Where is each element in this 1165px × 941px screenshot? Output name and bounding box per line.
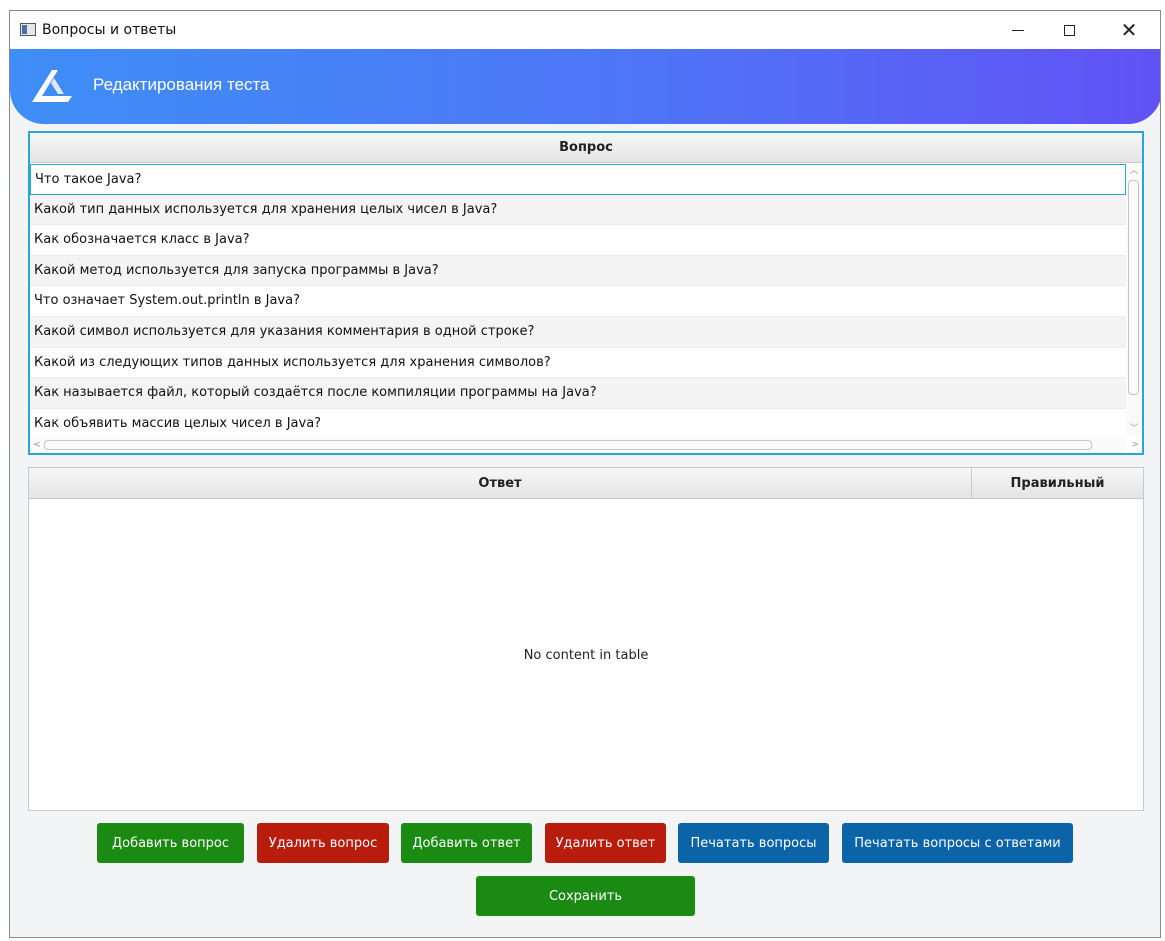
- close-button[interactable]: ✕: [1106, 11, 1152, 49]
- questions-table[interactable]: Вопрос Что такое Java? Какой тип данных и…: [28, 131, 1144, 455]
- minimize-button[interactable]: [995, 11, 1041, 49]
- answers-header: Ответ Правильный: [29, 468, 1143, 499]
- table-row[interactable]: Как объявить массив целых чисел в Java?: [30, 409, 1126, 436]
- table-row[interactable]: Какой тип данных используется для хранен…: [30, 194, 1126, 226]
- scroll-thumb-horizontal[interactable]: [44, 440, 1092, 450]
- save-button[interactable]: Сохранить: [476, 876, 695, 916]
- delete-question-button[interactable]: Удалить вопрос: [257, 823, 389, 863]
- add-answer-button[interactable]: Добавить ответ: [401, 823, 532, 863]
- column-header-question[interactable]: Вопрос: [30, 133, 1142, 163]
- table-row[interactable]: Какой символ используется для указания к…: [30, 316, 1126, 348]
- maximize-button[interactable]: [1046, 11, 1092, 49]
- answers-table[interactable]: Ответ Правильный No content in table: [28, 467, 1144, 811]
- app-window: Вопросы и ответы ✕ Редактирования теста …: [9, 10, 1161, 938]
- table-row[interactable]: Какой из следующих типов данных использу…: [30, 348, 1126, 379]
- title-bar: Вопросы и ответы ✕: [10, 11, 1160, 49]
- print-questions-button[interactable]: Печатать вопросы: [678, 823, 829, 863]
- close-icon: ✕: [1120, 18, 1138, 42]
- scroll-thumb[interactable]: [1128, 180, 1139, 395]
- table-row[interactable]: Что такое Java?: [30, 164, 1126, 195]
- questions-rows: Что такое Java? Какой тип данных использу…: [30, 164, 1126, 436]
- delete-answer-button[interactable]: Удалить ответ: [545, 823, 666, 863]
- table-row[interactable]: Какой метод используется для запуска про…: [30, 255, 1126, 287]
- horizontal-scrollbar[interactable]: < >: [30, 437, 1139, 453]
- add-question-button[interactable]: Добавить вопрос: [97, 823, 244, 863]
- app-icon: [20, 23, 36, 36]
- table-row[interactable]: Как называется файл, который создаётся п…: [30, 378, 1126, 409]
- minimize-icon: [1012, 29, 1024, 31]
- window-title: Вопросы и ответы: [42, 22, 177, 38]
- header-banner: Редактирования теста: [10, 49, 1160, 124]
- vertical-scrollbar[interactable]: ︿ ﹀: [1126, 164, 1142, 436]
- column-header-correct[interactable]: Правильный: [972, 468, 1143, 498]
- maximize-icon: [1063, 24, 1075, 36]
- scroll-left-icon[interactable]: <: [30, 437, 44, 453]
- table-row[interactable]: Что означает System.out.println в Java?: [30, 286, 1126, 317]
- scroll-down-icon[interactable]: ﹀: [1126, 422, 1142, 436]
- logo-icon: [32, 70, 72, 102]
- scroll-up-icon[interactable]: ︿: [1126, 164, 1142, 178]
- print-questions-answers-button[interactable]: Печатать вопросы с ответами: [842, 823, 1073, 863]
- scroll-right-icon[interactable]: >: [1128, 437, 1142, 453]
- table-row[interactable]: Как обозначается класс в Java?: [30, 225, 1126, 256]
- empty-table-message: No content in table: [523, 647, 649, 663]
- page-title: Редактирования теста: [93, 75, 270, 94]
- column-header-answer[interactable]: Ответ: [29, 468, 972, 498]
